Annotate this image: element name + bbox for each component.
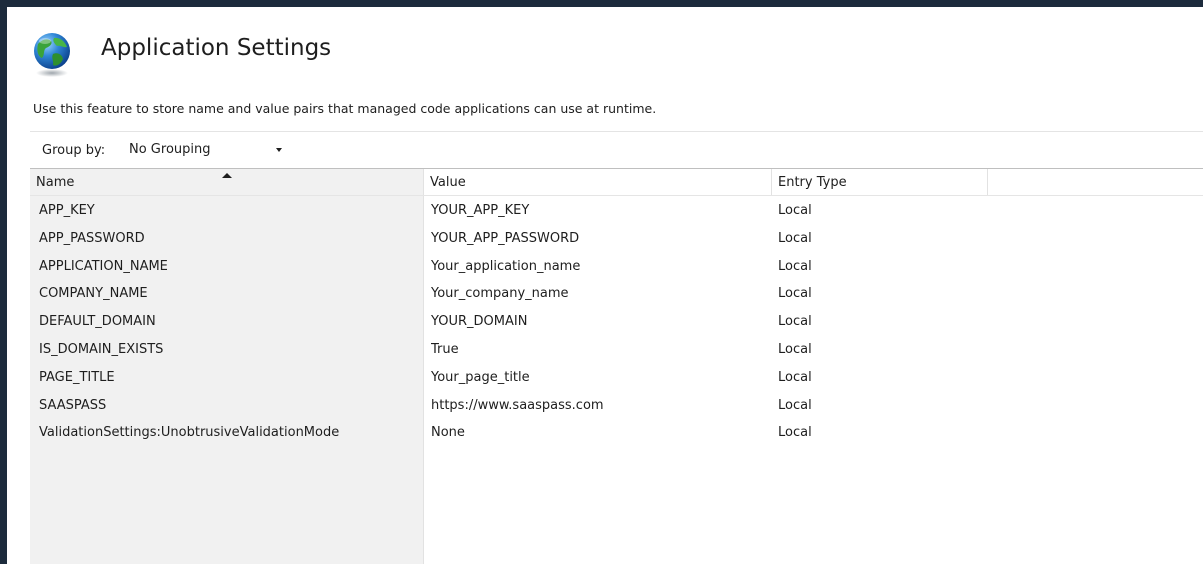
table-row[interactable]: COMPANY_NAME Your_company_name Local bbox=[30, 280, 1203, 308]
table-row[interactable]: SAASPASS https://www.saaspass.com Local bbox=[30, 392, 1203, 420]
setting-value: YOUR_DOMAIN bbox=[431, 314, 528, 330]
settings-rows: APP_KEY YOUR_APP_KEY Local APP_PASSWORD … bbox=[30, 197, 1203, 447]
setting-name: APP_PASSWORD bbox=[39, 230, 145, 246]
column-header-row: Name Value Entry Type bbox=[30, 169, 1203, 196]
setting-value: True bbox=[431, 341, 459, 357]
table-row[interactable]: DEFAULT_DOMAIN YOUR_DOMAIN Local bbox=[30, 308, 1203, 336]
column-header-name-label: Name bbox=[36, 175, 75, 190]
column-header-value-label: Value bbox=[430, 175, 466, 190]
table-row[interactable]: PAGE_TITLE Your_page_title Local bbox=[30, 364, 1203, 392]
settings-list-view[interactable]: Name Value Entry Type APP_KEY YOUR_APP_K… bbox=[30, 168, 1203, 564]
setting-name: PAGE_TITLE bbox=[39, 369, 115, 385]
column-header-entry-type-label: Entry Type bbox=[778, 175, 847, 190]
table-row[interactable]: APP_KEY YOUR_APP_KEY Local bbox=[30, 197, 1203, 225]
column-header-name[interactable]: Name bbox=[30, 169, 423, 195]
table-row[interactable]: APPLICATION_NAME Your_application_name L… bbox=[30, 253, 1203, 281]
setting-name: DEFAULT_DOMAIN bbox=[39, 314, 156, 330]
setting-value: None bbox=[431, 425, 465, 441]
setting-value: Your_company_name bbox=[431, 286, 569, 302]
column-header-value[interactable]: Value bbox=[423, 169, 771, 195]
table-row[interactable]: ValidationSettings:UnobtrusiveValidation… bbox=[30, 419, 1203, 447]
setting-entry-type: Local bbox=[778, 425, 812, 441]
column-header-filler bbox=[987, 169, 1203, 195]
setting-entry-type: Local bbox=[778, 314, 812, 330]
setting-name: APPLICATION_NAME bbox=[39, 258, 168, 274]
feature-description: Use this feature to store name and value… bbox=[33, 101, 657, 116]
sort-ascending-icon bbox=[222, 173, 232, 178]
setting-value: Your_page_title bbox=[431, 369, 530, 385]
setting-value: YOUR_APP_PASSWORD bbox=[431, 230, 580, 246]
setting-name: ValidationSettings:UnobtrusiveValidation… bbox=[39, 425, 340, 441]
window-corner bbox=[7, 7, 19, 19]
application-settings-panel: Application Settings Use this feature to… bbox=[0, 0, 1203, 564]
group-by-label: Group by: bbox=[42, 143, 106, 158]
setting-entry-type: Local bbox=[778, 230, 812, 246]
setting-entry-type: Local bbox=[778, 397, 812, 413]
setting-name: SAASPASS bbox=[39, 397, 107, 413]
page-title: Application Settings bbox=[101, 35, 332, 61]
table-row[interactable]: IS_DOMAIN_EXISTS True Local bbox=[30, 336, 1203, 364]
table-row[interactable]: APP_PASSWORD YOUR_APP_PASSWORD Local bbox=[30, 225, 1203, 253]
setting-value: https://www.saaspass.com bbox=[431, 397, 604, 413]
column-header-entry-type[interactable]: Entry Type bbox=[771, 169, 987, 195]
setting-value: YOUR_APP_KEY bbox=[431, 203, 530, 218]
group-by-value: No Grouping bbox=[129, 142, 211, 157]
globe-icon bbox=[34, 33, 70, 77]
setting-name: IS_DOMAIN_EXISTS bbox=[39, 341, 164, 357]
window-border-top bbox=[0, 0, 1203, 7]
setting-entry-type: Local bbox=[778, 369, 812, 385]
setting-entry-type: Local bbox=[778, 341, 812, 357]
setting-entry-type: Local bbox=[778, 286, 812, 302]
group-by-dropdown[interactable]: No Grouping bbox=[121, 138, 287, 162]
group-by-toolbar: Group by: No Grouping bbox=[30, 131, 1203, 168]
setting-name: APP_KEY bbox=[39, 203, 95, 218]
setting-name: COMPANY_NAME bbox=[39, 286, 148, 302]
window-border-left bbox=[0, 0, 7, 564]
setting-value: Your_application_name bbox=[431, 258, 581, 274]
dropdown-arrow-icon[interactable] bbox=[276, 148, 282, 152]
setting-entry-type: Local bbox=[778, 258, 812, 274]
setting-entry-type: Local bbox=[778, 203, 812, 218]
